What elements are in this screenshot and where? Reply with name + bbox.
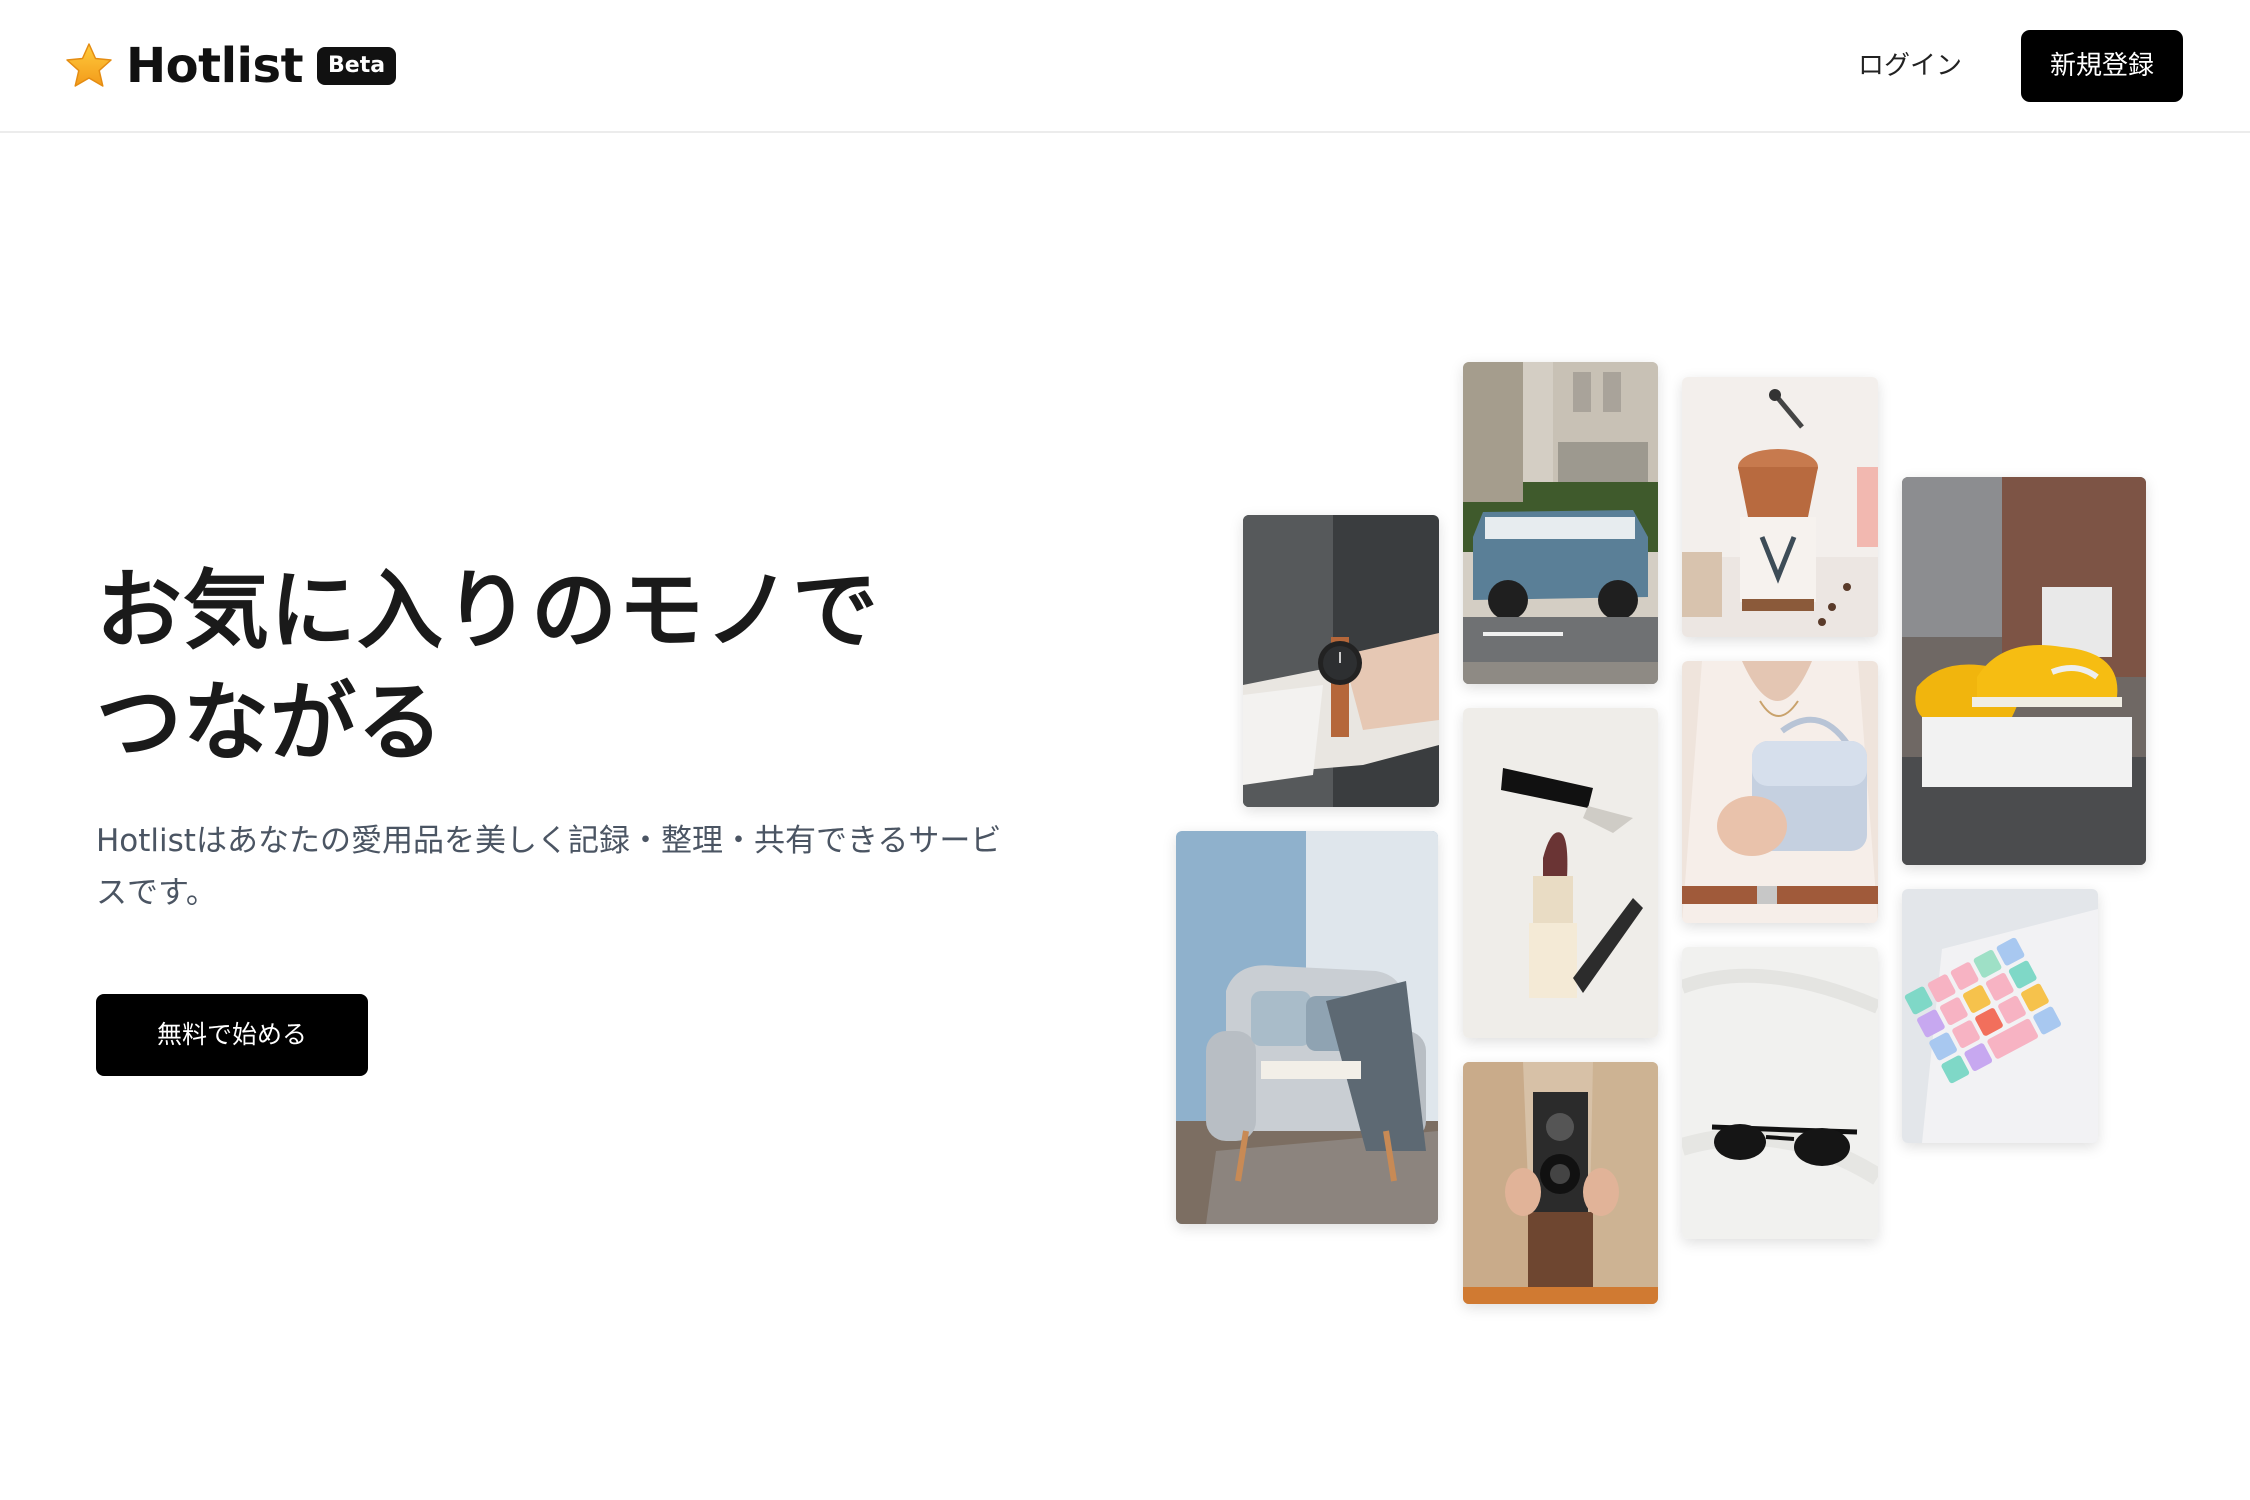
lipstick-photo[interactable] [1463, 708, 1658, 1038]
signup-button[interactable]: 新規登録 [2021, 30, 2183, 102]
hero-title-line-1: お気に入りのモノで [96, 561, 879, 661]
logo-text: Hotlist [126, 38, 304, 94]
start-free-button[interactable]: 無料で始める [96, 994, 368, 1076]
wristwatch-photo[interactable] [1243, 515, 1439, 807]
vintage-car-photo[interactable] [1463, 362, 1658, 684]
coffee-grinder-photo[interactable] [1682, 377, 1878, 637]
site-header: Hotlist Beta ログイン 新規登録 [0, 0, 2250, 133]
hero-title-line-2: つながる [96, 673, 444, 773]
sunglasses-photo[interactable] [1682, 947, 1878, 1239]
logo[interactable]: Hotlist Beta [64, 38, 397, 94]
star-icon [66, 43, 112, 87]
hero-title: お気に入りのモノで つながる [96, 555, 996, 779]
login-link[interactable]: ログイン [1840, 46, 1980, 86]
yellow-sneakers-photo[interactable] [1902, 477, 2146, 865]
beta-badge: Beta [317, 47, 397, 85]
hero-subtitle-line-2: スです。 [96, 875, 217, 911]
hero-subtitle: Hotlistはあなたの愛用品を美しく記録・整理・共有できるサービ スです。 [96, 815, 1066, 919]
pastel-keyboard-photo[interactable] [1902, 889, 2098, 1143]
hero-subtitle-line-1: Hotlistはあなたの愛用品を美しく記録・整理・共有できるサービ [96, 823, 1002, 859]
armchair-photo[interactable] [1176, 831, 1438, 1224]
handbag-photo[interactable] [1682, 661, 1878, 923]
twin-lens-camera-photo[interactable] [1463, 1062, 1658, 1304]
